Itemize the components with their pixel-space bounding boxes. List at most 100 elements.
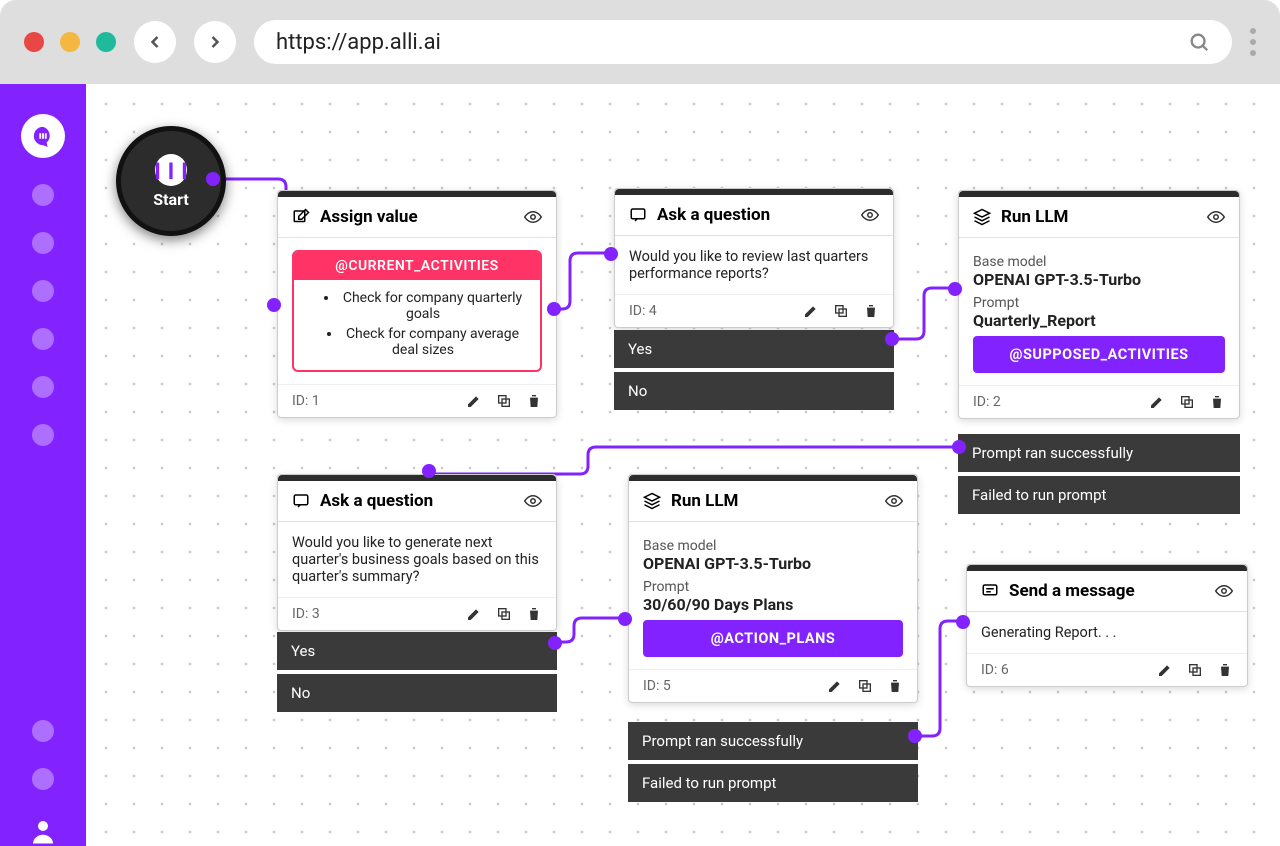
copy-icon[interactable] [496,606,512,622]
option-yes[interactable]: Yes [614,330,894,368]
port[interactable] [548,636,562,650]
chat-question-icon [292,492,310,510]
eye-icon[interactable] [1215,582,1233,600]
trash-icon[interactable] [1217,662,1233,678]
port[interactable] [267,298,281,312]
option-no[interactable]: No [614,372,894,410]
port[interactable] [908,729,922,743]
copy-icon[interactable] [1179,394,1195,410]
flow-canvas[interactable]: ❙❙❙ Start Assign value @CURRENT_ACTIVITI… [86,84,1280,846]
question-text: Would you like to generate next quarter'… [278,522,556,597]
variable-box: @CURRENT_ACTIVITIES Check for company qu… [292,250,542,372]
pencil-icon[interactable] [803,303,819,319]
port[interactable] [885,332,899,346]
eye-icon[interactable] [1207,208,1225,226]
port[interactable] [604,247,618,261]
base-model-value: OPENAI GPT-3.5-Turbo [643,554,903,573]
trash-icon[interactable] [863,303,879,319]
node-title: Run LLM [1001,207,1068,227]
browser-chrome: https://app.alli.ai [0,0,1280,84]
variable-tag: @CURRENT_ACTIVITIES [294,252,540,280]
node-id: ID: 3 [292,606,320,622]
eye-icon[interactable] [524,208,542,226]
pencil-icon[interactable] [827,678,843,694]
pencil-icon[interactable] [466,393,482,409]
variable-chip: @SUPPOSED_ACTIVITIES [973,336,1225,373]
forward-button[interactable] [194,21,236,63]
node-title: Assign value [320,207,418,227]
node-title: Send a message [1009,581,1135,601]
maximize-window-icon[interactable] [96,32,116,52]
prompt-value: Quarterly_Report [973,311,1225,330]
node-send-message[interactable]: Send a message Generating Report. . . ID… [966,564,1248,687]
port[interactable] [952,440,966,454]
bullet: Check for company quarterly goals [318,288,528,324]
back-button[interactable] [134,21,176,63]
copy-icon[interactable] [496,393,512,409]
option-fail[interactable]: Failed to run prompt [628,764,918,802]
user-icon[interactable] [28,816,58,846]
option-no[interactable]: No [277,674,557,712]
sidebar-item[interactable] [32,376,54,398]
message-text: Generating Report. . . [967,612,1247,653]
node-ask-question-1[interactable]: Ask a question Would you like to review … [614,188,894,328]
trash-icon[interactable] [887,678,903,694]
app-logo[interactable] [21,114,65,158]
chat-icon: ❙❙❙ [155,154,187,186]
window-controls [24,32,116,52]
prompt-label: Prompt [643,579,903,595]
copy-icon[interactable] [857,678,873,694]
node-id: ID: 1 [292,393,320,409]
port[interactable] [206,172,220,186]
copy-icon[interactable] [833,303,849,319]
base-model-label: Base model [973,254,1225,270]
eye-icon[interactable] [885,492,903,510]
trash-icon[interactable] [526,393,542,409]
option-success[interactable]: Prompt ran successfully [958,434,1240,472]
bullet: Check for company average deal sizes [318,324,528,360]
sidebar-item[interactable] [32,232,54,254]
port[interactable] [948,282,962,296]
close-window-icon[interactable] [24,32,44,52]
trash-icon[interactable] [1209,394,1225,410]
node-run-llm-2[interactable]: Run LLM Base model OPENAI GPT-3.5-Turbo … [628,474,918,703]
port[interactable] [547,302,561,316]
node-run-llm-1[interactable]: Run LLM Base model OPENAI GPT-3.5-Turbo … [958,190,1240,419]
variable-chip: @ACTION_PLANS [643,620,903,657]
address-bar[interactable]: https://app.alli.ai [254,20,1232,64]
sidebar [0,84,86,846]
sidebar-item[interactable] [32,720,54,742]
port[interactable] [618,612,632,626]
start-label: Start [153,190,189,209]
node-id: ID: 4 [629,303,657,319]
node-ask-question-2[interactable]: Ask a question Would you like to generat… [277,474,557,631]
node-id: ID: 2 [973,394,1001,410]
minimize-window-icon[interactable] [60,32,80,52]
pencil-icon[interactable] [1149,394,1165,410]
sidebar-item[interactable] [32,768,54,790]
base-model-label: Base model [643,538,903,554]
sidebar-item[interactable] [32,424,54,446]
node-title: Ask a question [657,205,770,225]
trash-icon[interactable] [526,606,542,622]
search-icon[interactable] [1188,31,1210,53]
sidebar-item[interactable] [32,184,54,206]
port[interactable] [422,464,436,478]
copy-icon[interactable] [1187,662,1203,678]
base-model-value: OPENAI GPT-3.5-Turbo [973,270,1225,289]
sidebar-item[interactable] [32,328,54,350]
node-title: Ask a question [320,491,433,511]
node-id: ID: 6 [981,662,1009,678]
eye-icon[interactable] [861,206,879,224]
option-success[interactable]: Prompt ran successfully [628,722,918,760]
eye-icon[interactable] [524,492,542,510]
option-fail[interactable]: Failed to run prompt [958,476,1240,514]
node-assign-value[interactable]: Assign value @CURRENT_ACTIVITIES Check f… [277,190,557,418]
pencil-icon[interactable] [1157,662,1173,678]
port[interactable] [956,615,970,629]
node-id: ID: 5 [643,678,671,694]
option-yes[interactable]: Yes [277,632,557,670]
menu-button[interactable] [1250,28,1256,56]
pencil-icon[interactable] [466,606,482,622]
sidebar-item[interactable] [32,280,54,302]
